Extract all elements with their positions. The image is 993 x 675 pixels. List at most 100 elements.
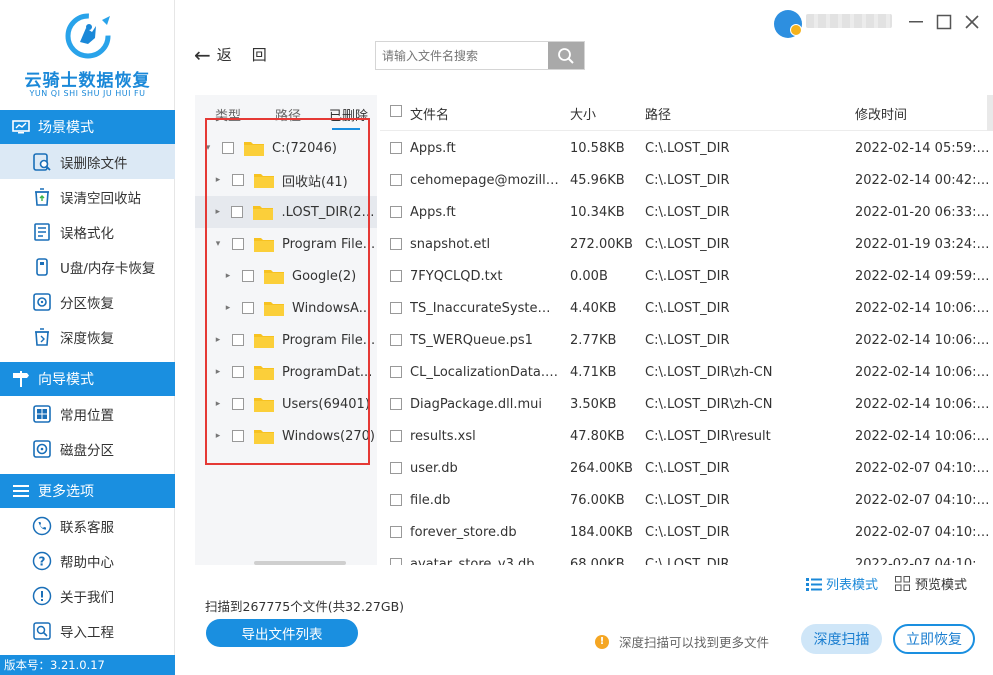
table-row[interactable]: Apps.ft 10.58KB C:\.LOST_DIR 2022-02-14 05:…: [380, 132, 993, 164]
column-modified[interactable]: 修改时间: [855, 104, 907, 123]
file-size: 10.34KB: [570, 205, 625, 220]
file-modified: 2022-02-14 09:59:11: [855, 269, 990, 284]
file-list-header: 文件名 大小 路径 修改时间: [380, 95, 993, 131]
sidebar-item-deep-recover[interactable]: 深度恢复: [0, 319, 175, 354]
table-row[interactable]: TS_InaccurateSystemTim... 4.40KB C:\.LOST_…: [380, 292, 993, 324]
table-row[interactable]: avatar_store_v3.db 68.00KB C:\.LOST_DIR 202…: [380, 548, 993, 565]
file-modified: 2022-02-14 05:59:37: [855, 141, 990, 156]
row-checkbox[interactable]: [390, 174, 402, 186]
row-checkbox[interactable]: [390, 238, 402, 250]
row-checkbox[interactable]: [390, 430, 402, 442]
sidebar-item-help-center[interactable]: ? 帮助中心: [0, 543, 175, 578]
sidebar-item-label: 磁盘分区: [60, 442, 114, 459]
file-modified: 2022-02-07 04:10:03: [855, 461, 990, 476]
row-checkbox[interactable]: [390, 526, 402, 538]
close-button[interactable]: [962, 12, 982, 32]
table-row[interactable]: file.db 76.00KB C:\.LOST_DIR 2022-02-07 04:…: [380, 484, 993, 516]
section-scene-mode[interactable]: 场景模式: [0, 110, 175, 144]
windows-icon: [32, 404, 52, 424]
disk-icon: [32, 439, 52, 459]
knight-logo-icon: [65, 13, 111, 59]
search-button[interactable]: [548, 42, 584, 69]
close-icon: [965, 15, 979, 29]
file-modified: 2022-01-20 06:33:55: [855, 205, 990, 220]
sidebar-item-disk-partition[interactable]: 磁盘分区: [0, 431, 175, 466]
sidebar-item-label: 帮助中心: [60, 554, 114, 571]
column-name[interactable]: 文件名: [410, 104, 449, 123]
sidebar-item-partition-recover[interactable]: 分区恢复: [0, 284, 175, 319]
file-name: snapshot.etl: [410, 237, 491, 252]
highlight-box: [205, 118, 370, 465]
row-checkbox[interactable]: [390, 142, 402, 154]
sidebar-item-about-us[interactable]: 关于我们: [0, 578, 175, 613]
section-more-options[interactable]: 更多选项: [0, 474, 175, 508]
sidebar-item-import-project[interactable]: 导入工程: [0, 613, 175, 648]
file-path: C:\.LOST_DIR: [645, 525, 730, 540]
export-list-button[interactable]: 导出文件列表: [206, 619, 358, 647]
column-size[interactable]: 大小: [570, 104, 596, 123]
table-row[interactable]: TS_WERQueue.ps1 2.77KB C:\.LOST_DIR 2022-02…: [380, 324, 993, 356]
file-list-scrollbar[interactable]: [987, 95, 993, 131]
row-checkbox[interactable]: [390, 494, 402, 506]
row-checkbox[interactable]: [390, 558, 402, 565]
file-size: 184.00KB: [570, 525, 633, 540]
sidebar-item-deleted-files[interactable]: 误删除文件: [0, 144, 175, 179]
list-view-label: 列表模式: [826, 578, 879, 593]
list-view-toggle[interactable]: 列表模式: [806, 574, 878, 593]
table-row[interactable]: Apps.ft 10.34KB C:\.LOST_DIR 2022-01-20 06:…: [380, 196, 993, 228]
app-logo: 云骑士数据恢复 YUN QI SHI SHU JU HUI FU: [0, 0, 175, 108]
tip-text: 深度扫描可以找到更多文件: [619, 635, 770, 650]
sidebar-item-recycle-bin[interactable]: 误清空回收站: [0, 179, 175, 214]
table-row[interactable]: cehomepage@mozillao... 45.96KB C:\.LOST_DI…: [380, 164, 993, 196]
tree-horizontal-scrollbar[interactable]: [254, 561, 346, 565]
section-guide-mode[interactable]: 向导模式: [0, 362, 175, 396]
sidebar-item-label: 导入工程: [60, 624, 114, 641]
select-all-checkbox[interactable]: [390, 105, 402, 117]
column-path[interactable]: 路径: [645, 104, 671, 123]
deep-scan-button[interactable]: 深度扫描: [801, 624, 882, 654]
file-modified: 2022-02-14 00:42:06: [855, 173, 990, 188]
minimize-button[interactable]: [906, 12, 926, 32]
row-checkbox[interactable]: [390, 302, 402, 314]
file-modified: 2022-02-07 04:10:03: [855, 493, 990, 508]
table-row[interactable]: DiagPackage.dll.mui 3.50KB C:\.LOST_DIR\zh…: [380, 388, 993, 420]
row-checkbox[interactable]: [390, 334, 402, 346]
sidebar-item-format[interactable]: 误格式化: [0, 214, 175, 249]
file-modified: 2022-02-07 04:10:03: [855, 525, 990, 540]
table-row[interactable]: results.xsl 47.80KB C:\.LOST_DIR\result 202…: [380, 420, 993, 452]
row-checkbox[interactable]: [390, 398, 402, 410]
preview-view-toggle[interactable]: 预览模式: [895, 574, 967, 593]
back-button[interactable]: ← 返回: [194, 44, 287, 65]
sidebar-item-contact-support[interactable]: 联系客服: [0, 508, 175, 543]
sidebar-item-label: 分区恢复: [60, 295, 114, 312]
sidebar-item-usb-recover[interactable]: U盘/内存卡恢复: [0, 249, 175, 284]
arrow-left-icon: ←: [194, 42, 211, 67]
row-checkbox[interactable]: [390, 270, 402, 282]
recover-now-button[interactable]: 立即恢复: [893, 624, 975, 654]
file-size: 76.00KB: [570, 493, 625, 508]
table-row[interactable]: 7FYQCLQD.txt 0.00B C:\.LOST_DIR 2022-02-14 …: [380, 260, 993, 292]
file-path: C:\.LOST_DIR: [645, 269, 730, 284]
table-row[interactable]: CL_LocalizationData.psd1 4.71KB C:\.LOST_D…: [380, 356, 993, 388]
table-row[interactable]: snapshot.etl 272.00KB C:\.LOST_DIR 2022-01-…: [380, 228, 993, 260]
table-row[interactable]: forever_store.db 184.00KB C:\.LOST_DIR 2022…: [380, 516, 993, 548]
sidebar-item-common-locations[interactable]: 常用位置: [0, 396, 175, 431]
file-name: results.xsl: [410, 429, 476, 444]
file-name: 7FYQCLQD.txt: [410, 269, 503, 284]
table-row[interactable]: user.db 264.00KB C:\.LOST_DIR 2022-02-07 04…: [380, 452, 993, 484]
monitor-icon: [10, 118, 32, 136]
file-path: C:\.LOST_DIR: [645, 141, 730, 156]
search-input[interactable]: [376, 42, 548, 69]
file-name: avatar_store_v3.db: [410, 557, 535, 565]
list-view-icon: [806, 577, 822, 591]
file-path: C:\.LOST_DIR: [645, 301, 730, 316]
row-checkbox[interactable]: [390, 462, 402, 474]
deep-recover-icon: [32, 327, 52, 347]
minimize-icon: [909, 21, 923, 23]
row-checkbox[interactable]: [390, 366, 402, 378]
back-label: 返回: [216, 46, 287, 64]
warning-icon: !: [595, 634, 609, 649]
file-size: 47.80KB: [570, 429, 625, 444]
row-checkbox[interactable]: [390, 206, 402, 218]
maximize-button[interactable]: [934, 12, 954, 32]
